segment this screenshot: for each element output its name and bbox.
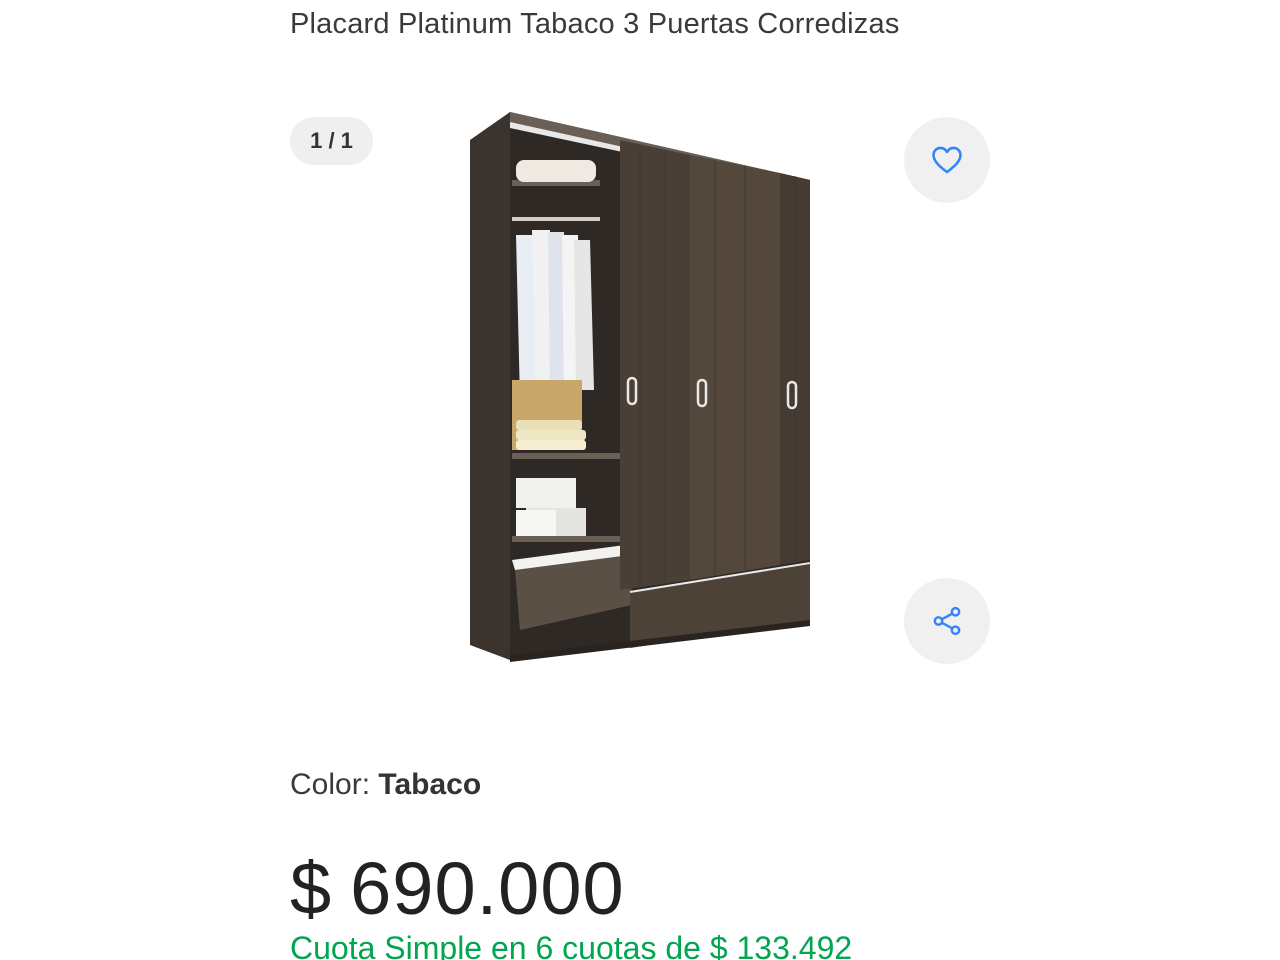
product-image[interactable] <box>450 100 830 680</box>
image-counter: 1 / 1 <box>290 117 373 165</box>
heart-icon <box>932 146 962 174</box>
price: $690.000 <box>290 846 625 931</box>
share-icon <box>933 606 961 636</box>
product-title: Placard Platinum Tabaco 3 Puertas Corred… <box>290 8 900 40</box>
color-label: Color: <box>290 768 379 801</box>
price-currency: $ <box>290 847 333 930</box>
share-button[interactable] <box>904 578 990 664</box>
installments-info[interactable]: Cuota Simple en 6 cuotas de $ 133.492 <box>290 930 852 960</box>
color-value: Tabaco <box>378 768 482 801</box>
price-amount: 690.000 <box>350 847 625 930</box>
color-selection: Color: Tabaco <box>290 768 481 802</box>
product-gallery: 1 / 1 <box>290 60 990 710</box>
favorite-button[interactable] <box>904 117 990 203</box>
